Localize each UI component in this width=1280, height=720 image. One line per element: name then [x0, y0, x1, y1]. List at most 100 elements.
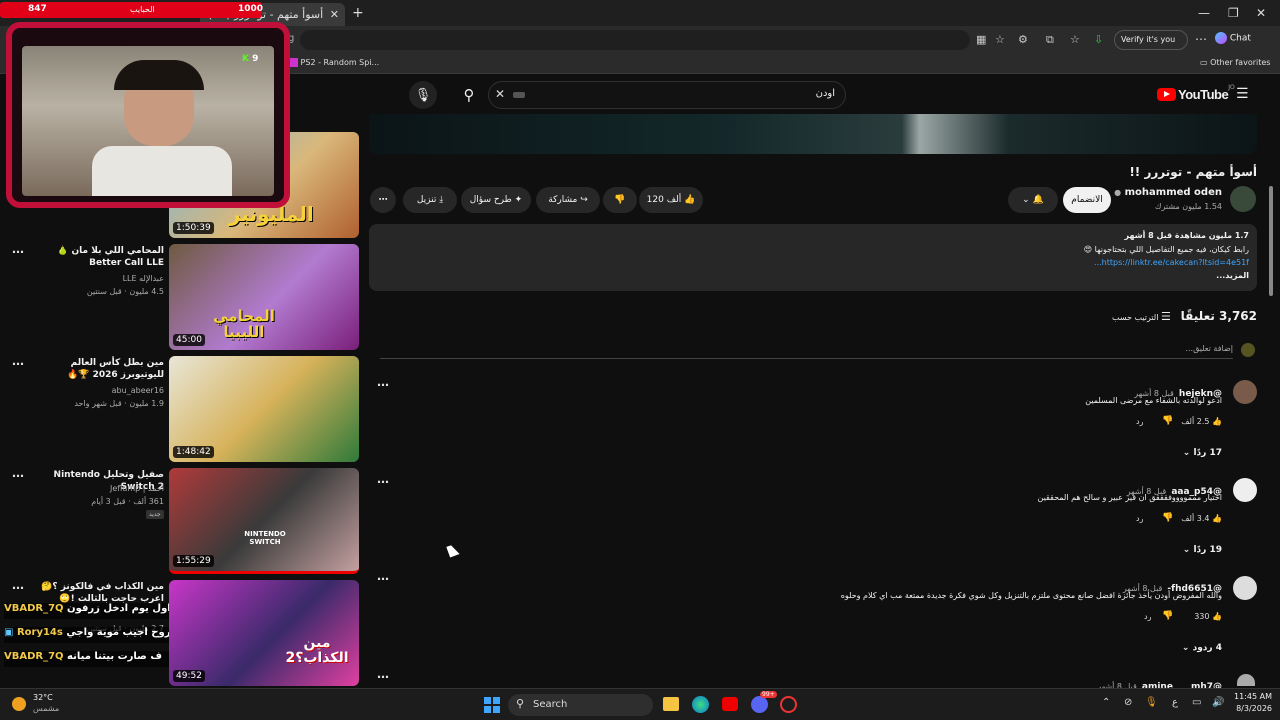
replies-count: 19 ردًا: [1193, 545, 1222, 555]
comment-menu-icon[interactable]: ⋯: [377, 475, 389, 489]
file-explorer-icon[interactable]: [663, 697, 679, 711]
channel-avatar[interactable]: [1230, 186, 1256, 212]
share-button[interactable]: مشاركة ↪: [536, 187, 600, 213]
hamburger-menu-icon[interactable]: ☰: [1236, 86, 1249, 102]
collections-icon[interactable]: ⧉: [1046, 33, 1054, 47]
comment-like-icon[interactable]: 👍: [1212, 417, 1222, 426]
webcam-feed: K 9: [22, 46, 274, 196]
reply-button[interactable]: رد: [1144, 612, 1151, 621]
discord-icon[interactable]: 99+: [751, 691, 777, 713]
video-channel[interactable]: أحمد | Jeflump: [38, 484, 164, 493]
app-icon[interactable]: [780, 696, 797, 713]
clock-time[interactable]: 11:45 AM: [1232, 692, 1272, 701]
clear-search-icon[interactable]: ✕: [495, 87, 505, 101]
favorite-star-icon[interactable]: ☆: [995, 33, 1005, 46]
logo-text: YouTube: [1178, 87, 1229, 102]
video-channel[interactable]: abu_abeer16: [38, 386, 164, 395]
video-title[interactable]: مين الكذاب في فالكونز ؟🤔 اعرب حاجت بالثا…: [38, 581, 164, 605]
search-button[interactable]: ⚲: [455, 81, 483, 109]
restore-icon[interactable]: ❐: [1228, 6, 1239, 20]
like-button[interactable]: 120 ألف 👍: [639, 187, 703, 213]
bookmark-ps2[interactable]: PS2 - Random Spi...: [289, 58, 379, 67]
show-more-link[interactable]: المزيد...: [649, 271, 1249, 280]
youtube-logo[interactable]: YouTube JO: [1157, 84, 1235, 102]
comment-menu-icon[interactable]: ⋯: [377, 572, 389, 586]
new-badge: جديد: [146, 510, 164, 519]
reply-button[interactable]: رد: [1136, 514, 1143, 523]
tray-mic-icon[interactable]: 🎙: [1145, 697, 1158, 708]
ask-button[interactable]: طرح سؤال ✦: [461, 187, 531, 213]
comment-menu-icon[interactable]: ⋯: [377, 670, 389, 684]
channel-name[interactable]: mohammed oden ●: [1110, 187, 1222, 198]
sort-button[interactable]: الترتيب حسب ☰: [1112, 310, 1171, 323]
search-icon: ⚲: [463, 86, 475, 104]
tray-chevron-icon[interactable]: ⌃: [1102, 697, 1110, 708]
view-replies-button[interactable]: 17 ردًا ⌄: [1150, 448, 1222, 458]
comment-dislike-icon[interactable]: 👎: [1162, 416, 1173, 426]
goal-current: 847: [28, 4, 47, 14]
dislike-button[interactable]: 👎: [603, 187, 637, 213]
video-menu-icon[interactable]: ⋯: [12, 469, 24, 483]
join-button[interactable]: الانضمام: [1063, 187, 1111, 213]
minimize-icon[interactable]: —: [1198, 6, 1210, 20]
taskbar-search[interactable]: ⚲ Search: [508, 694, 653, 716]
comment-like-icon[interactable]: 👍: [1212, 612, 1222, 621]
reply-button[interactable]: رد: [1136, 417, 1143, 426]
description-link[interactable]: https://linktr.ee/cakecan?ltsid=4e51f...: [649, 258, 1249, 267]
download-button[interactable]: تنزيل ⤓: [403, 187, 457, 213]
other-favorites[interactable]: ▭ Other favorites: [1200, 58, 1270, 67]
video-duration: 45:00: [173, 334, 205, 346]
new-tab-button[interactable]: +: [352, 5, 364, 21]
comment-avatar[interactable]: [1233, 380, 1257, 404]
video-thumbnail[interactable]: NINTENDO SWITCH 1:55:29: [169, 468, 359, 574]
volume-icon[interactable]: 🔊: [1212, 697, 1224, 708]
favorites-icon[interactable]: ☆: [1070, 33, 1080, 46]
scrollbar-thumb[interactable]: [1269, 186, 1273, 296]
view-count: 1.7 مليون مشاهدة قبل 8 أشهر: [1124, 231, 1249, 240]
comment-dislike-icon[interactable]: 👎: [1162, 611, 1173, 621]
edge-browser-icon[interactable]: [692, 696, 709, 713]
verify-button[interactable]: Verify it's you: [1114, 30, 1188, 50]
page-scrollbar[interactable]: [1266, 116, 1276, 688]
comment-dislike-icon[interactable]: 👎: [1162, 513, 1173, 523]
more-actions-button[interactable]: ⋯: [370, 187, 396, 213]
copilot-chat-button[interactable]: Chat: [1215, 32, 1251, 44]
network-icon[interactable]: ▭: [1192, 697, 1201, 708]
add-comment-input[interactable]: إضافة تعليق...: [380, 344, 1233, 353]
voice-search-button[interactable]: 🎙: [409, 81, 437, 109]
comment-like-icon[interactable]: 👍: [1212, 514, 1222, 523]
video-thumbnail[interactable]: المحامي الليبيا 45:00: [169, 244, 359, 350]
youtube-app-icon[interactable]: [722, 697, 738, 711]
comment-avatar[interactable]: [1237, 674, 1255, 686]
video-player[interactable]: [369, 114, 1257, 154]
video-title[interactable]: مين بطل كأس العالم لليوتيوبرز 2026 🏆🔥: [38, 357, 164, 381]
weather-sun-icon[interactable]: [12, 697, 26, 711]
video-thumbnail[interactable]: مين الكذاب؟2 49:52: [169, 580, 359, 686]
view-replies-button[interactable]: 4 ردود ⌄: [1150, 643, 1222, 653]
video-channel[interactable]: عبدالإله LLE: [38, 274, 164, 283]
clock-date[interactable]: 8/3/2026: [1232, 704, 1272, 713]
extension-icon[interactable]: ⚙: [1018, 33, 1028, 46]
tray-app-icon[interactable]: ⊘: [1124, 697, 1132, 708]
video-title[interactable]: المحامي اللي بلا مان 🍐 Better Call LLE: [38, 245, 164, 269]
keyboard-icon[interactable]: [513, 92, 525, 98]
search-input[interactable]: ✕ اودن: [488, 81, 846, 109]
video-thumbnail[interactable]: 1:48:42: [169, 356, 359, 462]
video-menu-icon[interactable]: ⋯: [12, 245, 24, 259]
more-menu-icon[interactable]: ⋯: [1195, 32, 1207, 46]
comment-avatar[interactable]: [1233, 576, 1257, 600]
window-close-icon[interactable]: ✕: [1256, 6, 1266, 20]
close-tab-icon[interactable]: ✕: [330, 3, 339, 26]
video-menu-icon[interactable]: ⋯: [12, 581, 24, 595]
language-indicator[interactable]: ع: [1172, 697, 1178, 708]
description-box[interactable]: 1.7 مليون مشاهدة قبل 8 أشهر رابط كيكان، …: [369, 224, 1257, 291]
comment-avatar[interactable]: [1233, 478, 1257, 502]
comment-menu-icon[interactable]: ⋯: [377, 378, 389, 392]
notification-button[interactable]: ⌄ 🔔: [1008, 187, 1058, 213]
url-field[interactable]: g: [288, 30, 970, 50]
video-menu-icon[interactable]: ⋯: [12, 357, 24, 371]
download-icon[interactable]: ⇩: [1094, 33, 1103, 46]
reader-icon[interactable]: ▦: [976, 33, 986, 46]
start-button[interactable]: [484, 697, 500, 713]
view-replies-button[interactable]: 19 ردًا ⌄: [1150, 545, 1222, 555]
